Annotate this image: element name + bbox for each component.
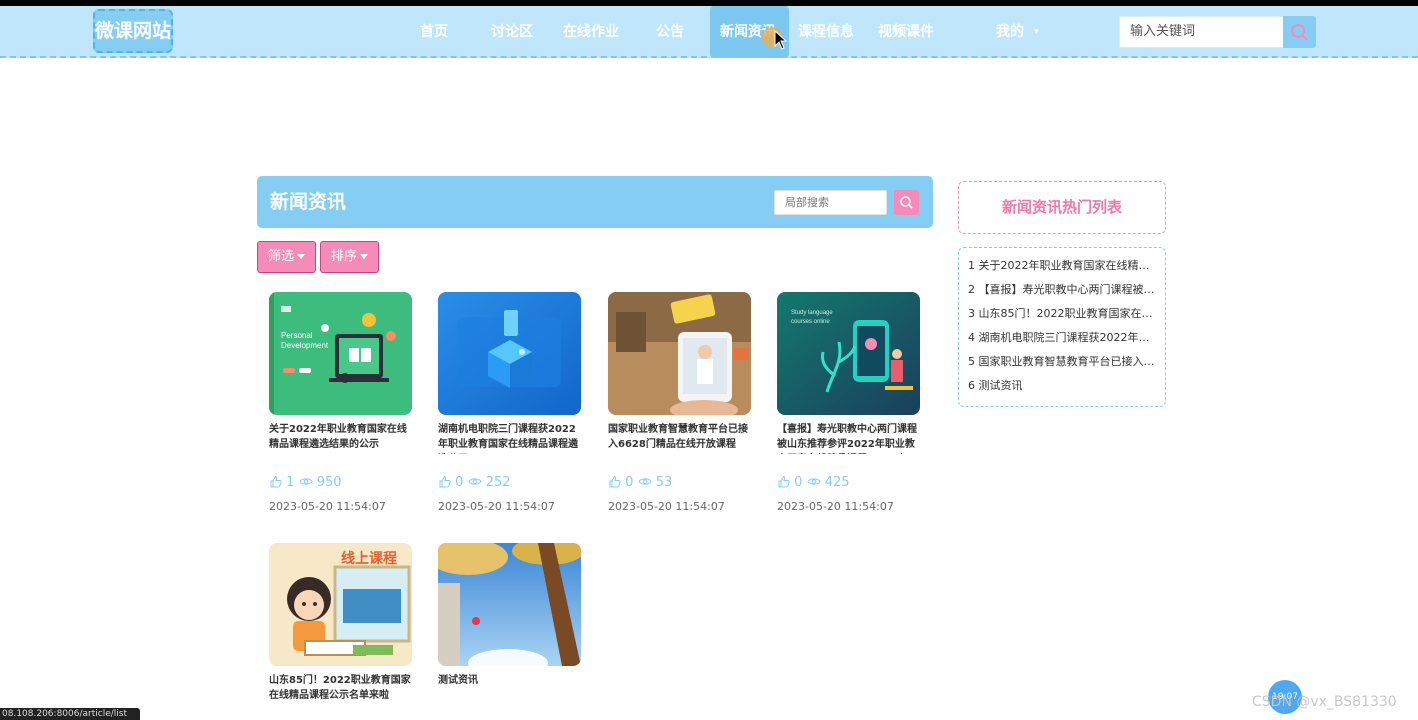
news-card[interactable]: 湖南机电职院三门课程获2022年职业教育国家在线精品课程遴选公示 0 252 2… bbox=[438, 292, 581, 513]
eye-icon bbox=[298, 478, 313, 485]
nav-mine-label: 我的 bbox=[996, 24, 1024, 40]
caret-down-icon bbox=[297, 254, 305, 259]
news-date: 2023-05-20 11:54:07 bbox=[777, 500, 894, 513]
news-card[interactable]: Personal Development 关于2022年职业教育国家在线精品课程… bbox=[269, 292, 412, 513]
view-count: 53 bbox=[655, 475, 673, 490]
hot-list-item[interactable]: 4 湖南机电职院三门课程获2022年职业教育国家在线精品课程 bbox=[959, 326, 1165, 350]
news-stats: 0 53 bbox=[608, 474, 751, 492]
eye-icon bbox=[806, 478, 821, 485]
search-icon bbox=[900, 196, 913, 209]
nav-videos[interactable]: 视频课件 bbox=[878, 6, 934, 58]
hot-list: 1 关于2022年职业教育国家在线精品课程遴选结果的公示 2 【喜报】寿光职教中… bbox=[958, 247, 1166, 407]
nav-homework[interactable]: 在线作业 bbox=[563, 6, 619, 58]
mouse-cursor-icon bbox=[774, 30, 788, 50]
caret-down-icon bbox=[360, 254, 368, 259]
section-title: 新闻资讯 bbox=[270, 191, 347, 213]
sort-button[interactable]: 排序 bbox=[320, 241, 379, 273]
hot-list-title: 新闻资讯热门列表 bbox=[958, 181, 1166, 234]
online-course-cartoon: 线上课程 bbox=[269, 543, 412, 666]
thumbnail-text: 线上课程 bbox=[341, 550, 397, 567]
news-thumbnail[interactable] bbox=[608, 292, 751, 415]
news-title[interactable]: 山东85门！2022职业教育国家在线精品课程公示名单来啦 bbox=[269, 673, 412, 705]
search-input[interactable]: 输入关键词 bbox=[1119, 16, 1284, 48]
watermark: CSDN @vx_BS81330 bbox=[1252, 694, 1397, 710]
blue-tech-illustration bbox=[438, 292, 581, 415]
news-card[interactable]: 线上课程 山东85门！2022职业教育国家在线精品课程公示名单来啦 bbox=[269, 543, 412, 705]
news-title[interactable]: 测试资讯 bbox=[438, 673, 581, 705]
top-navbar: 微课网站 首页 讨论区 在线作业 公告 新闻资讯 课程信息 视频课件 我的 ▾ 输… bbox=[0, 6, 1418, 58]
like-count: 0 bbox=[794, 475, 803, 490]
hot-list-item[interactable]: 3 山东85门！2022职业教育国家在线精品课程 bbox=[959, 302, 1165, 326]
local-search-button[interactable] bbox=[894, 190, 919, 215]
news-thumbnail[interactable]: Personal Development bbox=[269, 292, 412, 415]
view-count: 252 bbox=[485, 475, 511, 490]
filter-button[interactable]: 筛选 bbox=[257, 241, 316, 273]
news-thumbnail[interactable]: 线上课程 bbox=[269, 543, 412, 666]
sky-tree-photo bbox=[438, 543, 581, 666]
thumbnail-text: courses online bbox=[791, 319, 830, 325]
thumb-up-icon bbox=[609, 475, 621, 488]
eye-icon bbox=[467, 478, 482, 485]
news-card[interactable]: Study language courses online 【喜报】寿光职教中心… bbox=[777, 292, 920, 513]
search-button[interactable] bbox=[1283, 16, 1316, 48]
news-card[interactable]: 测试资讯 bbox=[438, 543, 581, 705]
news-thumbnail[interactable] bbox=[438, 543, 581, 666]
like-count: 1 bbox=[286, 475, 295, 490]
filter-label: 筛选 bbox=[267, 249, 294, 264]
news-title[interactable]: 【喜报】寿光职教中心两门课程被山东推荐参评2022年职业教育国家在线精品课程 2… bbox=[777, 422, 920, 454]
news-title[interactable]: 国家职业教育智慧教育平台已接入6628门精品在线开放课程 bbox=[608, 422, 751, 454]
thumb-up-icon bbox=[270, 475, 282, 488]
news-date: 2023-05-20 11:54:07 bbox=[438, 500, 555, 513]
online-teacher-photo bbox=[608, 292, 751, 415]
nav-notice[interactable]: 公告 bbox=[656, 6, 684, 58]
nav-forum[interactable]: 讨论区 bbox=[491, 6, 533, 58]
news-thumbnail[interactable]: Study language courses online bbox=[777, 292, 920, 415]
local-search-input[interactable]: 局部搜索 bbox=[774, 190, 887, 215]
nav-courses[interactable]: 课程信息 bbox=[798, 6, 854, 58]
view-count: 425 bbox=[824, 475, 850, 490]
site-logo[interactable]: 微课网站 bbox=[93, 9, 173, 53]
news-section-header: 新闻资讯 局部搜索 bbox=[257, 176, 933, 228]
hot-list-item[interactable]: 2 【喜报】寿光职教中心两门课程被山东推荐参评 bbox=[959, 278, 1165, 302]
thumbnail-text: Personal bbox=[281, 331, 313, 340]
thumbnail-text: Development bbox=[281, 341, 329, 350]
hot-list-item[interactable]: 6 测试资讯 bbox=[959, 374, 1165, 398]
news-stats: 1 950 bbox=[269, 474, 412, 492]
chevron-down-icon: ▾ bbox=[1034, 27, 1039, 37]
hot-list-item[interactable]: 5 国家职业教育智慧教育平台已接入6628门精品在线开放课程 bbox=[959, 350, 1165, 374]
hot-list-item[interactable]: 1 关于2022年职业教育国家在线精品课程遴选结果的公示 bbox=[959, 254, 1165, 278]
news-date: 2023-05-20 11:54:07 bbox=[269, 500, 386, 513]
like-count: 0 bbox=[455, 475, 464, 490]
news-card[interactable]: 国家职业教育智慧教育平台已接入6628门精品在线开放课程 0 53 2023-0… bbox=[608, 292, 751, 513]
news-date: 2023-05-20 11:54:07 bbox=[608, 500, 725, 513]
like-count: 0 bbox=[625, 475, 634, 490]
nav-home[interactable]: 首页 bbox=[420, 6, 448, 58]
news-title[interactable]: 湖南机电职院三门课程获2022年职业教育国家在线精品课程遴选公示 bbox=[438, 422, 581, 454]
news-stats: 0 425 bbox=[777, 474, 920, 492]
eye-icon bbox=[637, 478, 652, 485]
sort-label: 排序 bbox=[330, 249, 357, 264]
thumb-up-icon bbox=[778, 475, 790, 488]
news-stats: 0 252 bbox=[438, 474, 581, 492]
study-language-illustration: Study language courses online bbox=[777, 292, 920, 415]
news-title[interactable]: 关于2022年职业教育国家在线精品课程遴选结果的公示 bbox=[269, 422, 412, 454]
thumbnail-text: Study language bbox=[791, 310, 833, 316]
status-url: 08.108.206:8006/article/list bbox=[0, 708, 140, 720]
view-count: 950 bbox=[316, 475, 342, 490]
thumb-up-icon bbox=[439, 475, 451, 488]
personal-development-illustration: Personal Development bbox=[269, 292, 412, 415]
nav-mine[interactable]: 我的 ▾ bbox=[996, 6, 1039, 58]
news-thumbnail[interactable] bbox=[438, 292, 581, 415]
search-icon bbox=[1291, 24, 1308, 41]
